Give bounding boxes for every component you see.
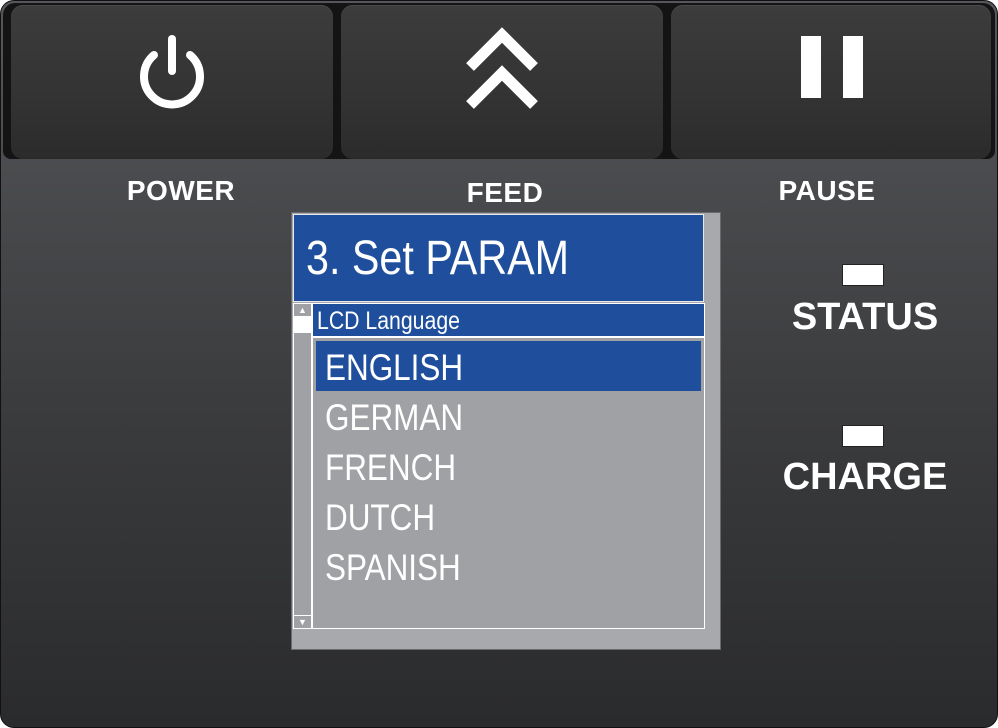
list-item-label: GERMAN — [325, 397, 464, 438]
pause-icon — [801, 36, 863, 98]
scroll-down-arrow-icon[interactable]: ▼ — [294, 615, 311, 628]
button-bar — [3, 3, 995, 159]
double-chevron-up-icon — [466, 27, 538, 109]
charge-label: CHARGE — [782, 456, 948, 498]
language-list: LCD Language ENGLISH GERMAN FRENCH DUTCH… — [312, 303, 705, 629]
pause-button[interactable] — [671, 5, 991, 159]
printer-control-panel: POWER FEED PAUSE 3. Set PARAM ▲ ▼ LCD La… — [0, 0, 998, 728]
lcd-title-bar: 3. Set PARAM — [293, 214, 704, 302]
list-item-label: FRENCH — [325, 447, 457, 488]
scroll-up-arrow-icon[interactable]: ▲ — [294, 304, 311, 317]
pause-label: PAUSE — [778, 175, 876, 206]
lcd-subheader: LCD Language — [313, 304, 704, 338]
status-label: STATUS — [791, 296, 939, 338]
list-item-french[interactable]: FRENCH — [316, 441, 701, 491]
list-item-label: ENGLISH — [325, 347, 464, 388]
list-item-label: SPANISH — [325, 547, 461, 588]
feed-label: FEED — [466, 177, 544, 208]
charge-led — [842, 425, 884, 447]
lcd-screen: 3. Set PARAM ▲ ▼ LCD Language ENGLISH GE… — [291, 212, 721, 650]
list-item-german[interactable]: GERMAN — [316, 391, 701, 441]
feed-button[interactable] — [341, 5, 663, 159]
power-icon — [140, 35, 204, 109]
power-label: POWER — [126, 175, 236, 206]
list-item-spanish[interactable]: SPANISH — [316, 541, 701, 591]
list-item-label: DUTCH — [325, 497, 436, 538]
lcd-title: 3. Set PARAM — [306, 232, 570, 285]
lcd-subheader-label: LCD Language — [317, 307, 460, 335]
list-item-dutch[interactable]: DUTCH — [316, 491, 701, 541]
power-button[interactable] — [11, 5, 333, 159]
list-item-english[interactable]: ENGLISH — [316, 341, 701, 391]
status-led — [842, 264, 884, 286]
lcd-scrollbar[interactable]: ▲ ▼ — [293, 303, 312, 629]
scroll-thumb[interactable] — [294, 317, 311, 333]
